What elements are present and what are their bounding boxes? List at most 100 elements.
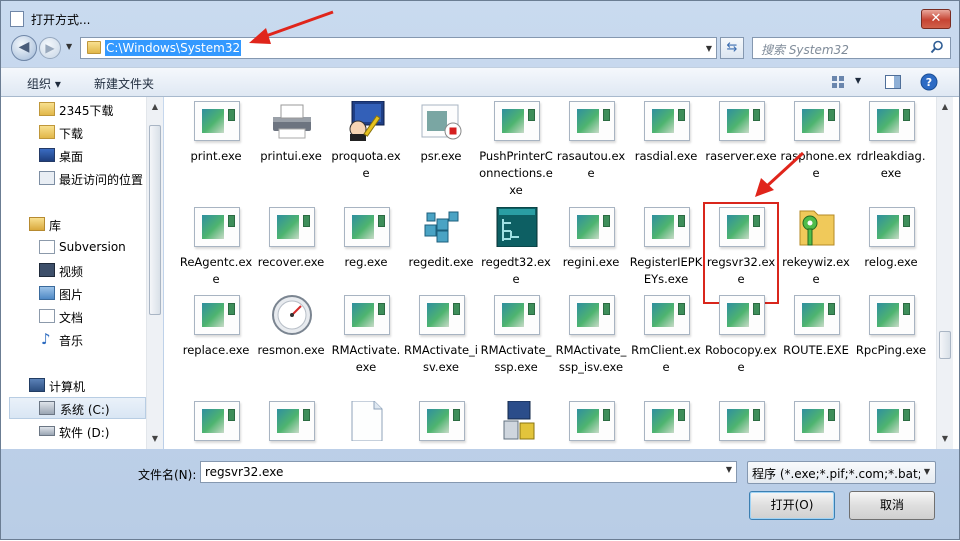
file-tile[interactable]: RmClient.exe (629, 291, 703, 391)
file-tile[interactable] (404, 397, 478, 449)
file-tile[interactable]: RMActivate_isv.exe (404, 291, 478, 391)
files-scrollbar[interactable]: ▲ ▼ (936, 97, 953, 449)
file-name: rasdial.exe (634, 149, 698, 163)
app-icon (719, 295, 765, 335)
key-folder-icon (794, 207, 840, 247)
file-tile[interactable]: RMActivate_ssp.exe (479, 291, 553, 391)
chevron-down-icon[interactable]: ▼ (726, 465, 732, 474)
back-button[interactable]: ◀ (11, 35, 37, 61)
file-tile[interactable]: RMActivate.exe (329, 291, 403, 391)
view-options-icon[interactable] (830, 73, 848, 91)
nav-item-computer[interactable]: 计算机 (1, 375, 146, 397)
recent-pages-dropdown[interactable]: ▼ (66, 42, 75, 51)
file-tile[interactable]: Robocopy.exe (704, 291, 778, 391)
file-tile[interactable]: regedt32.exe (479, 203, 553, 303)
file-name: recover.exe (257, 255, 325, 269)
file-tile[interactable] (554, 397, 628, 449)
toolbar: 组织 ▾ 新建文件夹 ▼ ? (1, 67, 959, 97)
nav-item-2345-downloads[interactable]: 2345下载 (1, 99, 146, 121)
file-tile[interactable]: RpcPing.exe (854, 291, 928, 391)
nav-item-desktop[interactable]: 桌面 (1, 145, 146, 167)
file-tile[interactable]: rasphone.exe (779, 97, 853, 197)
help-icon[interactable]: ? (920, 73, 938, 91)
file-tile[interactable] (854, 397, 928, 449)
file-tile[interactable]: rasautou.exe (554, 97, 628, 197)
file-tile[interactable]: relog.exe (854, 203, 928, 303)
file-name: ROUTE.EXE (783, 343, 849, 357)
file-tile[interactable]: proquota.exe (329, 97, 403, 197)
file-tile[interactable]: reg.exe (329, 203, 403, 303)
search-icon[interactable] (930, 40, 944, 54)
file-tile[interactable]: rdrleakdiag.exe (854, 97, 928, 197)
nav-item-drive-d[interactable]: 软件 (D:) (1, 421, 146, 443)
file-tile[interactable] (479, 397, 553, 449)
file-tile[interactable]: psr.exe (404, 97, 478, 197)
open-button[interactable]: 打开(O) (749, 491, 835, 520)
file-tile[interactable] (179, 397, 253, 449)
nav-item-recent-places[interactable]: 最近访问的位置 (1, 168, 146, 190)
file-tile[interactable]: RMActivate_ssp_isv.exe (554, 291, 628, 391)
nav-scrollbar[interactable]: ▲ ▼ (146, 97, 163, 449)
view-dropdown-icon[interactable]: ▼ (855, 76, 861, 85)
nav-scroll-thumb[interactable] (149, 125, 161, 315)
file-tile[interactable]: rekeywiz.exe (779, 203, 853, 303)
refresh-button[interactable]: ⇆ (720, 37, 744, 59)
file-tile[interactable] (629, 397, 703, 449)
file-tile[interactable]: print.exe (179, 97, 253, 197)
drive-icon (39, 401, 55, 415)
nav-item-music[interactable]: ♪ 音乐 (1, 329, 146, 351)
address-path[interactable]: C:\Windows\System32 (105, 40, 242, 56)
app-icon (569, 101, 615, 141)
app-icon (494, 101, 540, 141)
nav-item-drive-c[interactable]: 系统 (C:) (9, 397, 146, 419)
file-name: print.exe (190, 149, 242, 163)
nav-item-videos[interactable]: 视频 (1, 260, 146, 282)
nav-item-libraries[interactable]: 库 (1, 214, 146, 236)
file-tile[interactable]: ROUTE.EXE (779, 291, 853, 391)
file-name: resmon.exe (257, 343, 325, 357)
file-tile[interactable]: resmon.exe (254, 291, 328, 391)
file-tile[interactable]: printui.exe (254, 97, 328, 197)
file-name: replace.exe (182, 343, 250, 357)
file-tile[interactable] (254, 397, 328, 449)
address-dropdown-button[interactable]: ▼ (702, 42, 716, 58)
scroll-down-icon[interactable]: ▼ (147, 431, 163, 447)
filename-input[interactable]: regsvr32.exe ▼ (200, 461, 737, 483)
app-icon (644, 401, 690, 441)
file-name: regedit.exe (408, 255, 474, 269)
file-tile[interactable]: replace.exe (179, 291, 253, 391)
nav-item-subversion[interactable]: Subversion (1, 237, 146, 259)
file-tile[interactable]: RegisterIEPKEYs.exe (629, 203, 703, 303)
file-name: RMActivate.exe (331, 343, 401, 374)
file-tile[interactable]: PushPrinterConnections.exe (479, 97, 553, 197)
dialog-footer: 文件名(N): regsvr32.exe ▼ 程序 (*.exe;*.pif;*… (1, 449, 959, 541)
file-tile[interactable]: rasdial.exe (629, 97, 703, 197)
nav-item-downloads[interactable]: 下载 (1, 122, 146, 144)
scroll-up-icon[interactable]: ▲ (147, 99, 163, 115)
scroll-up-icon[interactable]: ▲ (937, 99, 953, 115)
filetype-select[interactable]: 程序 (*.exe;*.pif;*.com;*.bat;*. ▼ (747, 461, 936, 484)
file-tile[interactable]: recover.exe (254, 203, 328, 303)
search-input[interactable]: 搜索 System32 (752, 37, 951, 59)
file-tile[interactable] (704, 397, 778, 449)
scroll-down-icon[interactable]: ▼ (937, 431, 953, 447)
file-tile[interactable]: regedit.exe (404, 203, 478, 303)
forward-button[interactable]: ▶ (39, 37, 61, 59)
close-button[interactable]: ✕ (921, 9, 951, 29)
cancel-button[interactable]: 取消 (849, 491, 935, 520)
app-icon (194, 401, 240, 441)
new-folder-button[interactable]: 新建文件夹 (94, 75, 154, 92)
file-tile[interactable]: raserver.exe (704, 97, 778, 197)
nav-item-pictures[interactable]: 图片 (1, 283, 146, 305)
chevron-down-icon[interactable]: ▼ (924, 467, 930, 476)
preview-pane-icon[interactable] (884, 73, 902, 91)
address-bar[interactable]: C:\Windows\System32 (80, 37, 717, 59)
file-tile[interactable]: regini.exe (554, 203, 628, 303)
file-tile[interactable]: ReAgentc.exe (179, 203, 253, 303)
files-scroll-thumb[interactable] (939, 331, 951, 359)
file-tile[interactable]: regsvr32.exe (703, 202, 779, 304)
file-tile[interactable] (779, 397, 853, 449)
nav-item-documents[interactable]: 文档 (1, 306, 146, 328)
organize-button[interactable]: 组织 ▾ (27, 75, 61, 92)
file-tile[interactable] (329, 397, 403, 449)
